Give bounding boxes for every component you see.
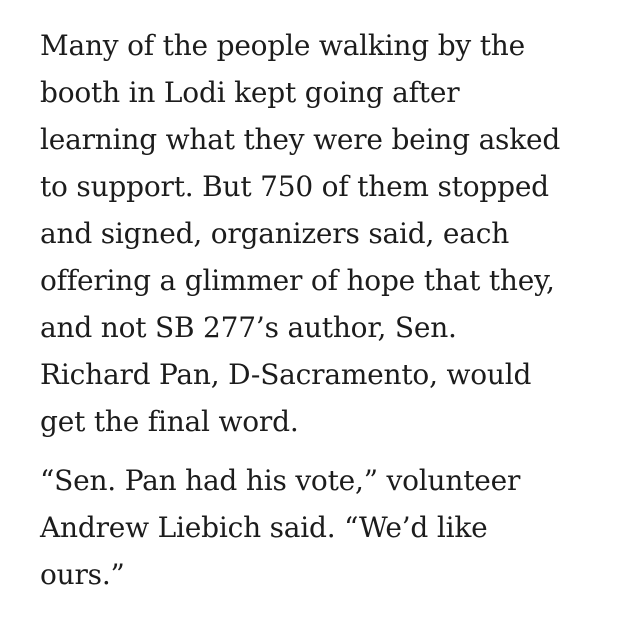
quote-line: Andrew Liebich said. “We’d like (40, 511, 488, 544)
paragraph-line: offering a glimmer of hope that they, (40, 264, 555, 297)
paragraph-line: to support. But 750 of them stopped (40, 170, 549, 203)
quote-line: ours.” (40, 558, 125, 591)
paragraph-line: Many of the people walking by the (40, 29, 525, 62)
paragraph-line: get the final word. (40, 405, 299, 438)
paragraph-line: and not SB 277’s author, Sen. (40, 311, 457, 344)
paragraph-line: learning what they were being asked (40, 123, 561, 156)
paragraph-line: and signed, organizers said, each (40, 217, 510, 250)
paragraph-2: “Sen. Pan had his vote,” volunteer Andre… (40, 457, 620, 598)
paragraph-line: booth in Lodi kept going after (40, 76, 460, 109)
quote-line: “Sen. Pan had his vote,” volunteer (40, 464, 521, 497)
article-body: Many of the people walking by the booth … (40, 22, 620, 598)
paragraph-1: Many of the people walking by the booth … (40, 22, 620, 445)
paragraph-line: Richard Pan, D-Sacramento, would (40, 358, 532, 391)
